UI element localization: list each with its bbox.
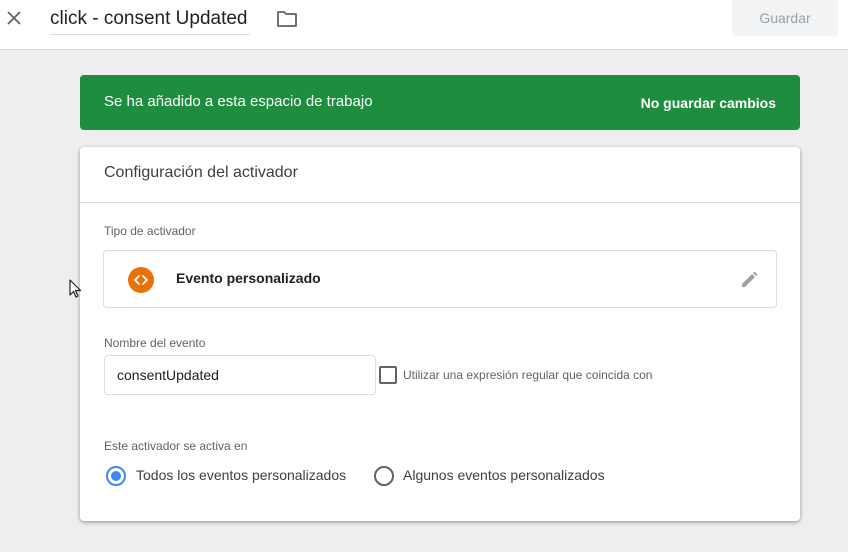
- discard-changes-button[interactable]: No guardar cambios: [641, 94, 776, 112]
- folder-icon[interactable]: [276, 9, 298, 29]
- radio-all-events-label[interactable]: Todos los eventos personalizados: [136, 467, 346, 483]
- custom-event-icon: [128, 267, 154, 293]
- radio-all-events[interactable]: [106, 466, 126, 486]
- radio-some-events-label[interactable]: Algunos eventos personalizados: [403, 467, 605, 483]
- close-icon[interactable]: [4, 8, 24, 28]
- success-banner: Se ha añadido a esta espacio de trabajo …: [80, 75, 800, 130]
- banner-message: Se ha añadido a esta espacio de trabajo: [104, 93, 373, 110]
- event-name-input[interactable]: consentUpdated: [104, 355, 376, 395]
- page-title[interactable]: click - consent Updated: [50, 7, 250, 35]
- trigger-config-card: Configuración del activador Tipo de acti…: [80, 147, 800, 521]
- regex-checkbox[interactable]: [379, 366, 397, 384]
- event-name-label: Nombre del evento: [104, 336, 206, 350]
- fires-on-label: Este activador se activa en: [104, 439, 248, 453]
- trigger-type-value: Evento personalizado: [176, 270, 321, 286]
- top-bar: click - consent Updated Guardar: [0, 0, 848, 50]
- save-button[interactable]: Guardar: [732, 0, 838, 36]
- mouse-pointer-icon: [69, 279, 82, 298]
- regex-checkbox-label: Utilizar una expresión regular que coinc…: [403, 368, 653, 382]
- radio-some-events[interactable]: [374, 466, 394, 486]
- section-title: Configuración del activador: [80, 147, 800, 203]
- trigger-type-label: Tipo de activador: [104, 224, 196, 238]
- trigger-type-selector[interactable]: Evento personalizado: [103, 250, 777, 308]
- pencil-icon[interactable]: [738, 269, 760, 291]
